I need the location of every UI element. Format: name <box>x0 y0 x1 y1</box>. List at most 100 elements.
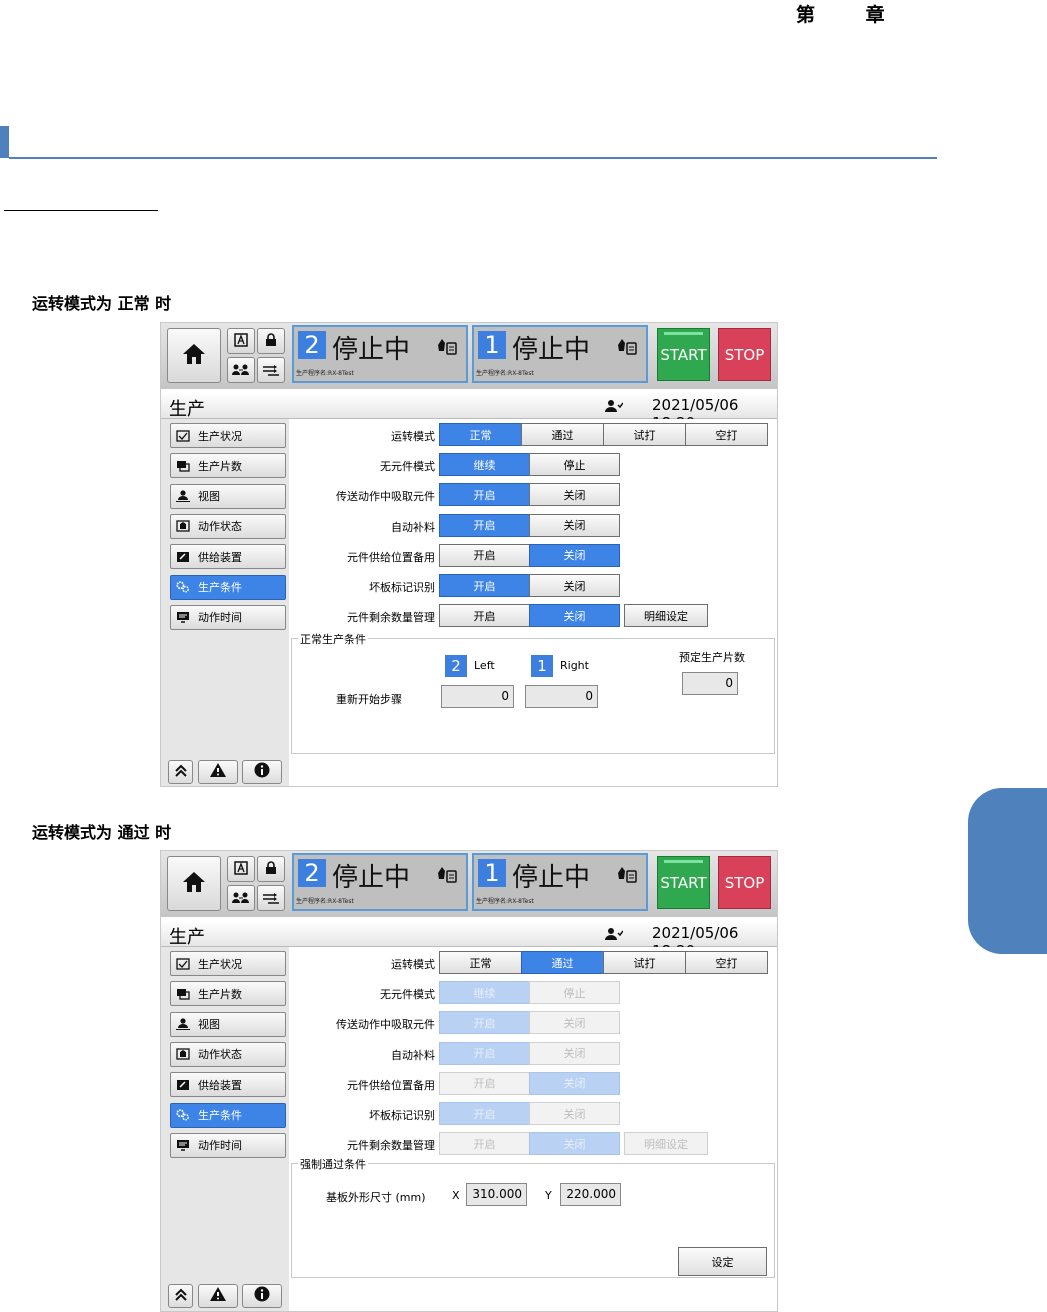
home-button[interactable] <box>167 328 221 383</box>
option-button[interactable]: 关闭 <box>529 1071 620 1095</box>
lane1-program-name: 生产程序名:RX-8Test <box>476 370 534 377</box>
home-button[interactable] <box>167 856 221 911</box>
row-label: 元件供给位置备用 <box>347 1078 435 1092</box>
monitor-icon <box>176 611 190 624</box>
monitor-icon <box>176 1139 190 1152</box>
option-button[interactable]: 停止 <box>529 453 620 477</box>
restart-step-left-input[interactable]: 0 <box>441 685 514 708</box>
lane1-panel[interactable]: 1 停止中 生产程序名:RX-8Test <box>472 853 648 911</box>
option-button[interactable]: 开启 <box>439 1011 530 1035</box>
expand-button[interactable] <box>168 1284 193 1308</box>
title-bar: 生产2021/05/06 18:20 <box>161 393 777 432</box>
option-button[interactable]: 停止 <box>529 981 620 1005</box>
auto-mode-icon <box>234 860 248 879</box>
sidebar-item-label: 生产状况 <box>198 429 242 443</box>
option-button[interactable]: 关闭 <box>529 543 620 567</box>
option-button[interactable]: 开启 <box>439 1071 530 1095</box>
option-button[interactable]: 空打 <box>685 423 768 446</box>
planned-boards-input[interactable]: 0 <box>682 672 738 695</box>
row-label: 传送动作中吸取元件 <box>336 1018 435 1032</box>
operators-button[interactable] <box>227 357 255 383</box>
option-button[interactable]: 关闭 <box>529 1011 620 1035</box>
user-icon[interactable] <box>605 926 624 945</box>
option-button[interactable]: 继续 <box>439 981 530 1005</box>
option-button[interactable]: 开启 <box>439 543 530 567</box>
lane2-number: 2 <box>298 859 326 887</box>
gears-icon <box>176 581 190 593</box>
row-label: 运转模式 <box>391 958 435 971</box>
row-label: 无元件模式 <box>380 460 435 474</box>
board-size-x-input[interactable]: 310.000 <box>466 1183 527 1206</box>
top-bar: 2 停止中 生产程序名:RX-8Test 1 停止中 生产程序名:RX-8Test STAR… <box>161 323 777 389</box>
person-view-icon <box>176 490 190 503</box>
sidebar-item-label: 生产片数 <box>198 459 242 473</box>
x-label: X <box>452 1189 460 1202</box>
option-button[interactable]: 空打 <box>685 951 768 974</box>
row-label: 传送动作中吸取元件 <box>336 490 435 504</box>
heading-underline <box>4 210 158 211</box>
option-button[interactable]: 开启 <box>439 1041 530 1065</box>
stop-button[interactable]: STOP <box>718 328 771 381</box>
restart-step-right-input[interactable]: 0 <box>525 685 598 708</box>
expand-button[interactable] <box>168 760 193 784</box>
info-button[interactable] <box>242 760 282 784</box>
option-button[interactable]: 正常 <box>439 951 522 974</box>
lock-icon <box>264 860 278 879</box>
option-button[interactable]: 通过 <box>521 951 604 974</box>
stop-button[interactable]: STOP <box>718 856 771 909</box>
condition-group: 强制通过条件 基板外形尺寸 (mm) X 310.000 Y 220.000 设定 <box>291 1156 775 1278</box>
network-icon <box>262 889 280 908</box>
gears-icon <box>176 1109 190 1121</box>
network-button[interactable] <box>257 885 285 911</box>
detail-settings-button[interactable]: 明细设定 <box>624 1132 708 1156</box>
option-button[interactable]: 开启 <box>439 574 530 597</box>
operators-icon <box>232 361 250 380</box>
option-button[interactable]: 关闭 <box>529 513 620 537</box>
auto-mode-icon <box>234 332 248 351</box>
sidebar-item-label: 动作时间 <box>198 1139 242 1153</box>
user-icon[interactable] <box>605 398 624 417</box>
lock-button[interactable] <box>257 328 285 354</box>
lane2-panel[interactable]: 2 停止中 生产程序名:RX-8Test <box>292 853 468 911</box>
option-button[interactable]: 开启 <box>439 1132 530 1156</box>
section-bar <box>0 126 9 158</box>
option-button[interactable]: 开启 <box>439 483 530 507</box>
info-button[interactable] <box>242 1284 282 1308</box>
option-button[interactable]: 关闭 <box>529 1102 620 1125</box>
row-label: 元件剩余数量管理 <box>347 611 435 625</box>
option-button[interactable]: 关闭 <box>529 1132 620 1156</box>
option-button[interactable]: 通过 <box>521 423 604 446</box>
option-button[interactable]: 开启 <box>439 513 530 537</box>
row-label: 坏板标记识别 <box>369 581 435 594</box>
screen-normal-mode: 2 停止中 生产程序名:RX-8Test 1 停止中 生产程序名:RX-8Test STAR… <box>160 322 778 787</box>
set-button[interactable]: 设定 <box>678 1247 767 1276</box>
board-size-y-input[interactable]: 220.000 <box>560 1183 621 1206</box>
option-button[interactable]: 关闭 <box>529 1041 620 1065</box>
option-button[interactable]: 关闭 <box>529 574 620 597</box>
lane2-panel[interactable]: 2 停止中 生产程序名:RX-8Test <box>292 325 468 383</box>
lane2-status: 停止中 <box>332 335 411 365</box>
option-button[interactable]: 试打 <box>603 423 686 446</box>
auto-mode-button[interactable] <box>227 856 255 882</box>
lane1-status: 停止中 <box>512 335 591 365</box>
lock-button[interactable] <box>257 856 285 882</box>
start-button[interactable]: START <box>657 856 710 909</box>
option-button[interactable]: 继续 <box>439 453 530 477</box>
network-button[interactable] <box>257 357 285 383</box>
option-button[interactable]: 开启 <box>439 604 530 628</box>
operators-button[interactable] <box>227 885 255 911</box>
option-button[interactable]: 试打 <box>603 951 686 974</box>
warning-button[interactable] <box>198 760 238 784</box>
lane1-panel[interactable]: 1 停止中 生产程序名:RX-8Test <box>472 325 648 383</box>
operators-icon <box>232 889 250 908</box>
auto-mode-button[interactable] <box>227 328 255 354</box>
option-button[interactable]: 开启 <box>439 1102 530 1125</box>
detail-settings-button[interactable]: 明细设定 <box>624 604 708 628</box>
option-button[interactable]: 正常 <box>439 423 522 446</box>
start-button[interactable]: START <box>657 328 710 381</box>
warning-button[interactable] <box>198 1284 238 1308</box>
sidebar-item-label: 动作状态 <box>198 520 242 534</box>
sidebar-item-label: 生产条件 <box>198 581 242 594</box>
option-button[interactable]: 关闭 <box>529 483 620 507</box>
option-button[interactable]: 关闭 <box>529 604 620 628</box>
